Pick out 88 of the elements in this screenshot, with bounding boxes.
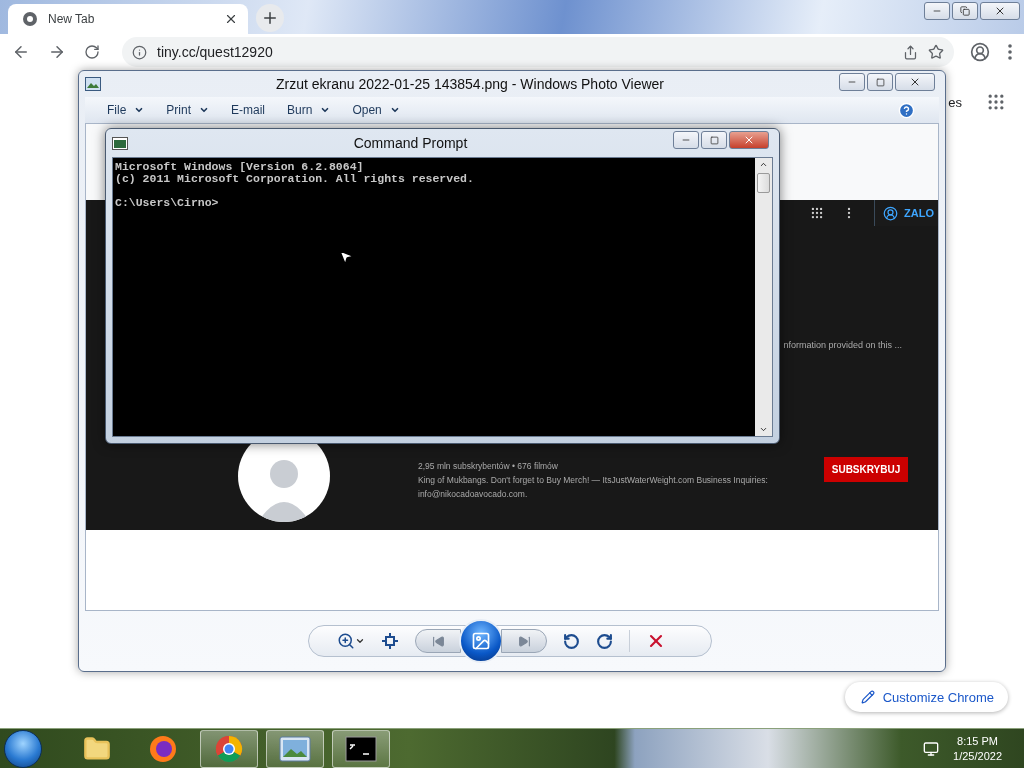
- menu-item[interactable]: File: [107, 103, 145, 117]
- grid-icon: [986, 92, 1006, 112]
- folder-icon: [83, 734, 111, 763]
- close-button[interactable]: [980, 2, 1020, 20]
- browser-icon: [148, 733, 178, 764]
- browser-logo-icon: [22, 11, 38, 27]
- menu-item[interactable]: E-mail: [231, 103, 266, 117]
- info-icon: [132, 44, 147, 60]
- link[interactable]: es: [948, 94, 962, 110]
- close-button[interactable]: [895, 73, 935, 91]
- arrow-right-icon: [48, 43, 66, 61]
- share-icon[interactable]: [903, 44, 918, 60]
- skip-forward-icon: [517, 634, 531, 648]
- picture-icon: [279, 735, 311, 762]
- browser-tab[interactable]: New Tab: [8, 4, 248, 34]
- taskbar-app-button[interactable]: [266, 729, 324, 768]
- maximize-button[interactable]: [701, 131, 727, 149]
- caret-icon: [355, 636, 365, 646]
- rotate-left-button[interactable]: [563, 632, 580, 650]
- minimize-button[interactable]: [839, 73, 865, 91]
- taskbar-app-button[interactable]: [332, 729, 390, 768]
- slideshow-button[interactable]: [459, 619, 503, 663]
- help-icon: [898, 101, 915, 119]
- maximize-button[interactable]: [867, 73, 893, 91]
- scrollbar[interactable]: [755, 158, 772, 436]
- network-icon[interactable]: [923, 740, 940, 757]
- menu-button[interactable]: [1006, 42, 1014, 62]
- subscribe-button[interactable]: SUBSKRYBUJ: [824, 456, 908, 482]
- window-title: Command Prompt: [352, 135, 469, 151]
- reload-button[interactable]: [82, 42, 102, 62]
- close-icon: [994, 5, 1006, 17]
- menu-icon: [1008, 44, 1012, 60]
- caret-icon: [199, 105, 210, 115]
- start-button[interactable]: [4, 729, 42, 768]
- channel-info-text: nformation provided on this ...: [783, 340, 902, 350]
- plus-icon: [261, 9, 279, 27]
- profile-button[interactable]: [968, 40, 992, 64]
- rotate-left-icon: [563, 632, 580, 650]
- maximize-icon: [875, 77, 885, 87]
- close-icon: [743, 134, 755, 146]
- address-bar[interactable]: tiny.cc/quest12920: [122, 37, 954, 67]
- scroll-up-icon[interactable]: [759, 160, 768, 169]
- window-title: Zrzut ekranu 2022-01-25 143854.png - Windows Photo Viewer: [274, 76, 666, 92]
- minimize-button[interactable]: [924, 2, 950, 20]
- restore-button[interactable]: [952, 2, 978, 20]
- pencil-icon: [860, 690, 875, 704]
- restore-icon: [960, 6, 970, 16]
- console-icon: [345, 735, 377, 762]
- browser-icon: [214, 733, 244, 764]
- scrollbar-thumb[interactable]: [757, 173, 770, 193]
- actual-size-button[interactable]: [381, 632, 399, 650]
- caret-icon: [134, 105, 145, 115]
- channel-email: info@nikocadoavocado.com.: [418, 489, 529, 499]
- minimize-button[interactable]: [673, 131, 699, 149]
- maximize-icon: [709, 135, 719, 145]
- close-icon: [909, 76, 921, 88]
- previous-button[interactable]: [415, 629, 461, 653]
- fit-icon: [381, 632, 399, 650]
- clock[interactable]: 8:15 PM 1/25/2022: [953, 733, 1002, 764]
- reload-icon: [84, 44, 100, 60]
- customize-chrome-button[interactable]: Customize Chrome: [844, 682, 1008, 712]
- picture-icon: [85, 77, 101, 91]
- console-line: C:\Users\Cirno>: [115, 197, 220, 209]
- caret-icon: [320, 105, 331, 115]
- scroll-down-icon[interactable]: [759, 425, 768, 434]
- channel-description: King of Mukbangs. Don't forget to Buy Merch! — ItsJustWaterWeight.com Business Inquiries:: [418, 475, 769, 485]
- picture-icon: [471, 631, 491, 651]
- zoom-in-icon: [337, 632, 355, 650]
- caret-icon: [389, 105, 400, 115]
- rotate-right-icon: [596, 632, 613, 650]
- channel-stats: 2,95 mln subskrybentów • 676 filmów: [418, 461, 559, 471]
- console-line: Microsoft Windows [Version 6.2.8064]: [115, 161, 365, 173]
- apps-grid-icon: [810, 206, 825, 220]
- rotate-right-button[interactable]: [596, 632, 613, 650]
- menu-item[interactable]: Open: [352, 103, 400, 117]
- next-button[interactable]: [501, 629, 547, 653]
- close-button[interactable]: [729, 131, 769, 149]
- new-tab-button[interactable]: [256, 4, 284, 32]
- close-icon[interactable]: [224, 12, 238, 26]
- zoom-button[interactable]: [337, 632, 365, 650]
- console-line: (c) 2011 Microsoft Corporation. All rights reserved.: [115, 173, 475, 185]
- person-icon: [970, 42, 990, 62]
- console-icon: [112, 136, 128, 150]
- skip-back-icon: [431, 634, 445, 648]
- menu-item[interactable]: Print: [166, 103, 210, 117]
- person-icon: [883, 205, 899, 221]
- star-icon[interactable]: [928, 44, 944, 60]
- menu-item[interactable]: Burn: [287, 103, 331, 117]
